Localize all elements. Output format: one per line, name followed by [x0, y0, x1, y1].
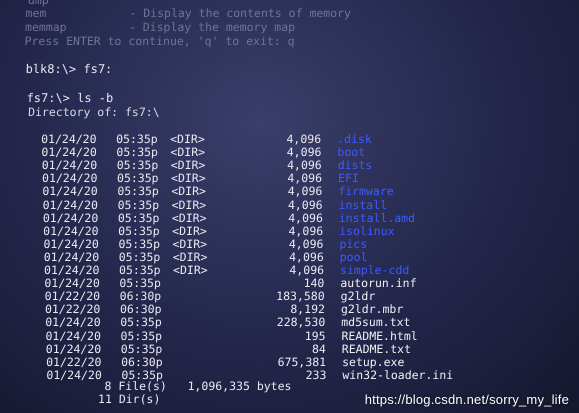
help-line-memmap: memmap - Display the memory map: [24, 20, 296, 34]
row-date: 01/24/20: [42, 197, 99, 212]
row-date: 01/24/20: [40, 132, 97, 146]
row-date: 01/24/20: [42, 184, 98, 199]
row-type: <DIR>: [171, 223, 208, 238]
dir-name: install.amd: [338, 210, 416, 225]
row-date: 01/24/20: [44, 276, 100, 291]
row-time: 06:30p: [119, 289, 162, 304]
row-date: 01/24/20: [41, 158, 98, 173]
row-size: 4,096: [286, 145, 322, 160]
row-time: 05:35p: [119, 315, 163, 330]
row-time: 05:35p: [116, 145, 159, 160]
row-type: <DIR>: [170, 171, 206, 186]
row-size: 233: [305, 367, 327, 382]
row-size: 8,192: [290, 302, 326, 317]
row-date: 01/24/20: [42, 210, 99, 225]
watermark: https://blog.csdn.net/sorry_my_life: [364, 392, 569, 407]
file-name: win32-loader.ini: [342, 367, 454, 382]
row-time: 05:35p: [120, 341, 163, 356]
row-time: 06:30p: [119, 302, 162, 317]
row-date: 01/22/20: [45, 354, 102, 369]
row-size: 4,096: [289, 263, 325, 277]
row-size: 4,096: [287, 197, 323, 212]
row-size: 140: [303, 276, 325, 291]
row-type: <DIR>: [172, 263, 208, 277]
row-date: 01/24/20: [41, 145, 98, 160]
file-name: g2ldr: [340, 289, 376, 304]
row-date: 01/24/20: [45, 341, 102, 356]
row-date: 01/24/20: [46, 367, 103, 382]
row-size: 675,381: [277, 354, 327, 369]
row-type: <DIR>: [172, 236, 208, 251]
dir-name: firmware: [338, 184, 394, 199]
file-name: README.html: [341, 328, 418, 343]
file-name: README.txt: [341, 341, 412, 356]
row-size: 4,096: [287, 171, 323, 186]
dir-name: dists: [337, 158, 373, 173]
help-line-mem: mem - Display the contents of memory: [25, 6, 352, 20]
dir-name: EFI: [337, 171, 360, 186]
row-type: <DIR>: [169, 132, 206, 146]
row-date: 01/24/20: [45, 328, 102, 343]
row-time: 06:30p: [120, 354, 163, 369]
row-date: 01/24/20: [43, 236, 100, 251]
row-size: 195: [304, 328, 326, 343]
row-time: 05:35p: [118, 236, 161, 251]
row-type: <DIR>: [170, 158, 206, 173]
row-type: <DIR>: [171, 184, 207, 199]
file-name: setup.exe: [341, 354, 405, 369]
prompt-ls[interactable]: fs7:\> ls -b: [26, 91, 113, 105]
row-size: 228,530: [276, 315, 326, 330]
row-size: 4,096: [288, 210, 324, 225]
row-date: 01/22/20: [44, 289, 101, 304]
file-name: autorun.inf: [340, 276, 417, 291]
row-size: 84: [311, 341, 327, 356]
row-size: 4,096: [286, 132, 322, 146]
summary-dirs: 11 Dir(s): [97, 392, 161, 406]
row-time: 05:35p: [116, 158, 159, 173]
pager-hint: Press ENTER to continue, 'q' to exit: q: [24, 34, 295, 48]
dir-name: boot: [337, 145, 366, 160]
dir-name: pool: [339, 249, 368, 264]
file-name: g2ldr.mbr: [340, 302, 404, 317]
file-name: md5sum.txt: [340, 315, 411, 330]
dir-name: pics: [339, 236, 368, 251]
directory-header: Directory of: fs7:\: [27, 105, 160, 119]
row-time: 05:35p: [117, 197, 160, 212]
row-date: 01/24/20: [41, 171, 98, 186]
row-time: 05:35p: [118, 263, 161, 277]
row-size: 4,096: [288, 223, 324, 238]
row-time: 05:35p: [116, 171, 159, 186]
row-size: 4,096: [288, 249, 325, 264]
row-time: 05:35p: [117, 184, 160, 199]
row-time: 05:35p: [117, 223, 160, 238]
row-date: 01/24/20: [44, 315, 101, 330]
row-time: 05:35p: [117, 210, 160, 225]
row-size: 4,096: [288, 236, 324, 251]
row-date: 01/24/20: [43, 249, 100, 264]
row-date: 01/22/20: [44, 302, 101, 317]
row-type: <DIR>: [171, 210, 207, 225]
row-type: <DIR>: [172, 249, 208, 264]
row-size: 4,096: [287, 184, 323, 199]
row-size: 4,096: [286, 158, 322, 173]
row-size: 183,580: [275, 289, 325, 304]
prompt-fs7[interactable]: blk8:\> fs7:: [25, 62, 112, 76]
row-time: 05:35p: [119, 276, 162, 291]
dir-name: .disk: [336, 132, 373, 146]
dir-name: simple-cdd: [339, 263, 410, 277]
uefi-shell-screen: dmp mem - Display the contents of memory…: [0, 0, 579, 413]
row-date: 01/24/20: [42, 223, 99, 238]
row-date: 01/24/20: [43, 263, 100, 277]
row-time: 05:35p: [115, 132, 158, 146]
dir-name: install: [338, 197, 388, 212]
row-type: <DIR>: [170, 145, 206, 160]
dir-name: isolinux: [338, 223, 395, 238]
row-time: 05:35p: [118, 249, 161, 264]
row-time: 05:35p: [120, 328, 163, 343]
row-type: <DIR>: [171, 197, 207, 212]
